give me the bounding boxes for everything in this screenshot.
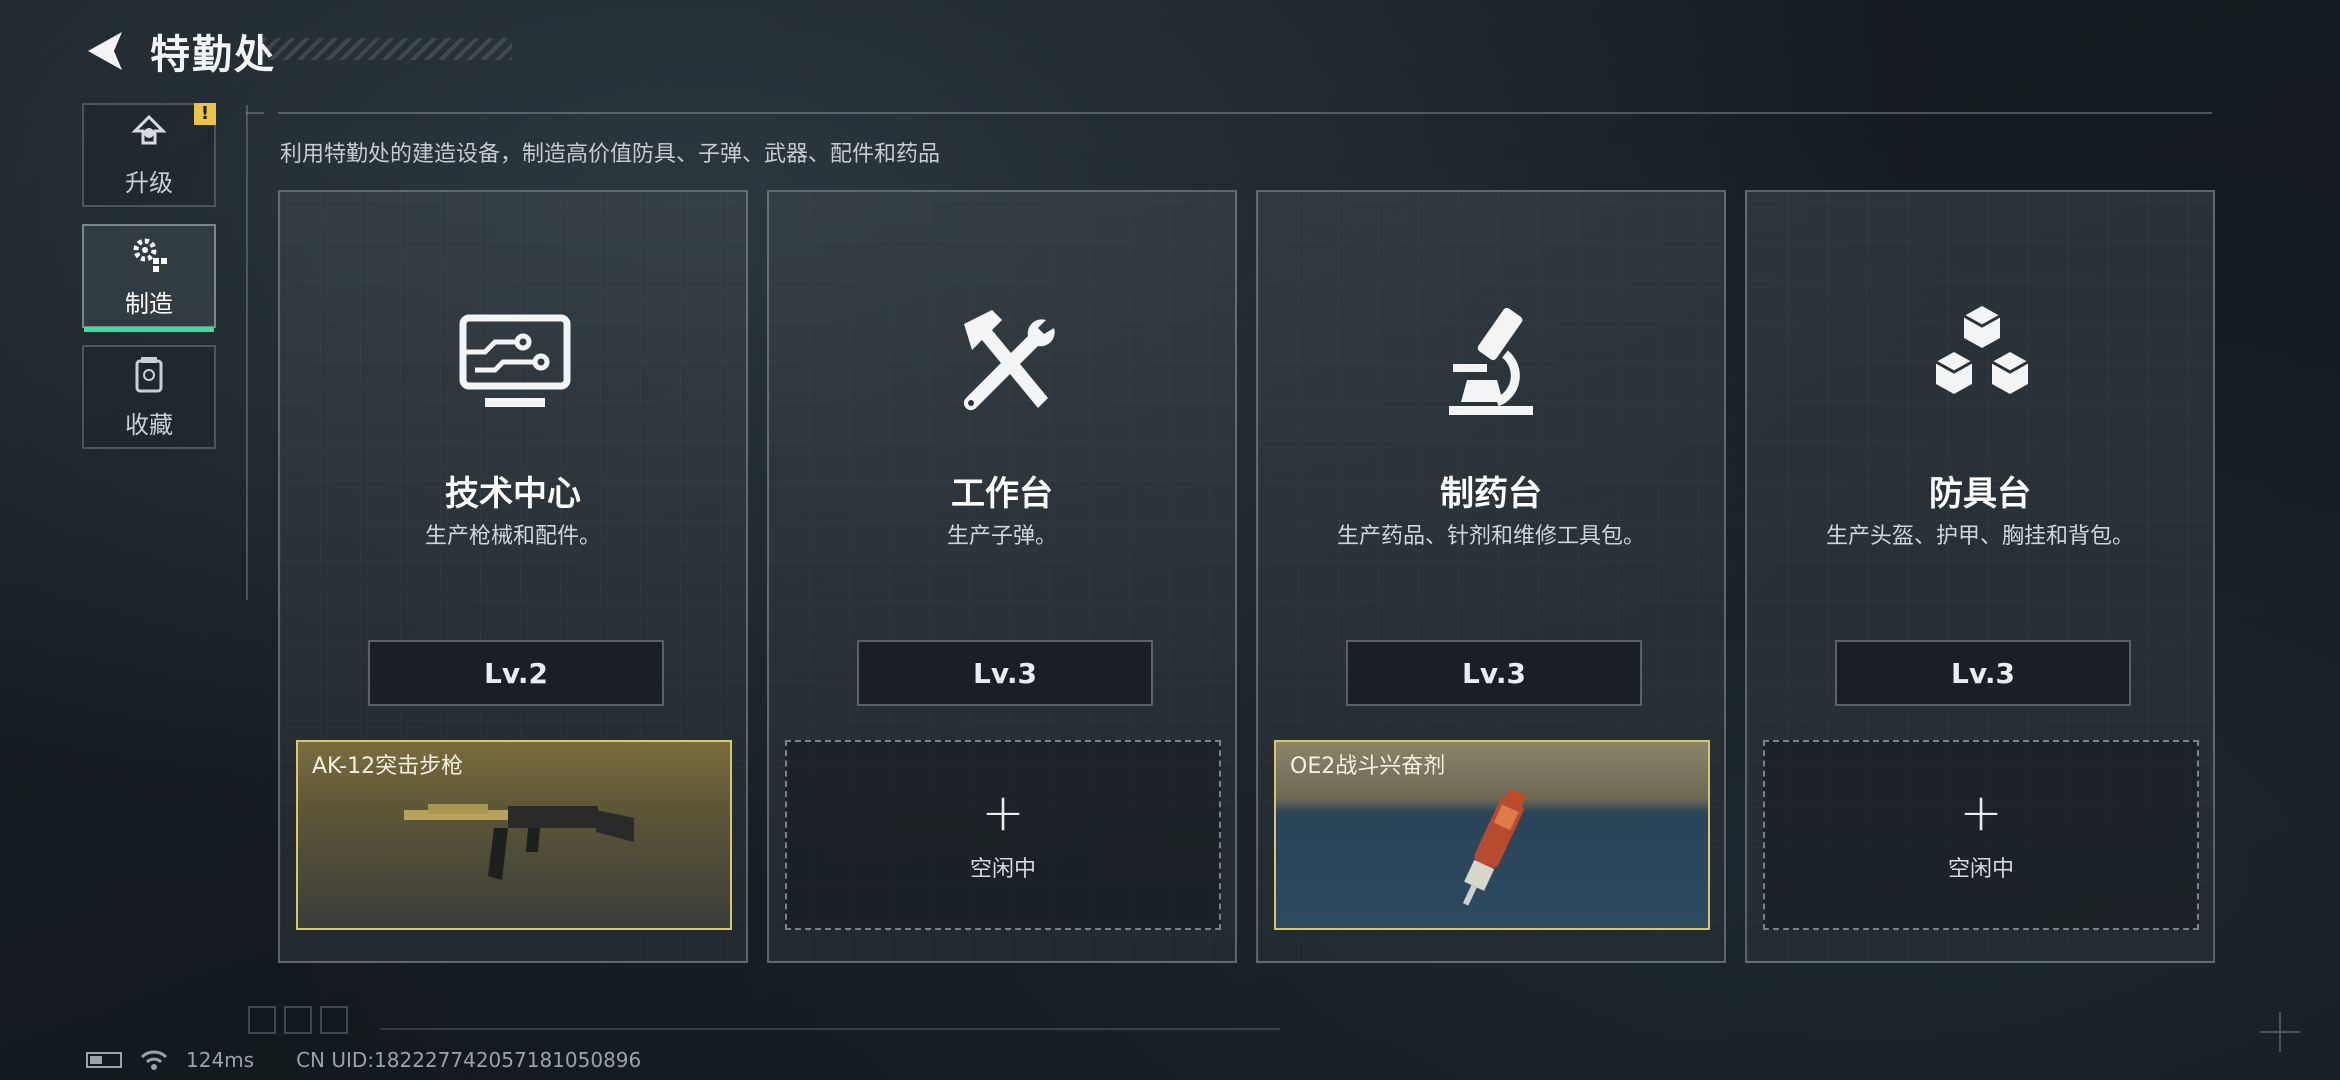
station-card-tech-center[interactable]: 技术中心 生产枪械和配件。 Lv.2 AK-12突击步枪 xyxy=(278,190,748,963)
divider-tick xyxy=(246,112,264,114)
slot-status: 空闲中 xyxy=(1947,857,2014,882)
rifle-icon xyxy=(404,804,634,880)
station-card-armor[interactable]: 防具台 生产头盔、护甲、胸挂和背包。 Lv.3 + 空闲中 xyxy=(1745,190,2215,963)
crosshair-decoration xyxy=(2260,1012,2300,1052)
title-decoration xyxy=(262,38,512,60)
battery-icon xyxy=(86,1052,122,1068)
station-desc: 生产头盔、护甲、胸挂和背包。 xyxy=(1825,524,2134,549)
slot-item-name: AK-12突击步枪 xyxy=(312,754,464,779)
station-card-workbench[interactable]: 工作台 生产子弹。 Lv.3 + 空闲中 xyxy=(767,190,1237,963)
station-title: 技术中心 xyxy=(445,474,581,514)
sidebar-item-label: 制造 xyxy=(125,289,173,318)
sidebar-item-label: 收藏 xyxy=(125,410,173,439)
station-title: 防具台 xyxy=(1929,474,2031,514)
station-desc: 生产药品、针剂和维修工具包。 xyxy=(1336,524,1645,549)
slot-item-name: OE2战斗兴奋剂 xyxy=(1290,754,1446,779)
sidebar-item-upgrade[interactable]: ! 升级 xyxy=(82,103,216,207)
station-title: 制药台 xyxy=(1440,474,1542,514)
station-level: Lv.3 xyxy=(1346,640,1642,706)
sidebar-item-label: 升级 xyxy=(125,168,173,197)
station-level: Lv.3 xyxy=(857,640,1153,706)
craft-gears-icon xyxy=(133,238,167,272)
station-card-pharmacy[interactable]: 制药台 生产药品、针剂和维修工具包。 Lv.3 OE2战斗兴奋剂 xyxy=(1256,190,1726,963)
station-title: 工作台 xyxy=(951,474,1053,514)
syringe-icon xyxy=(1462,788,1527,906)
active-indicator xyxy=(84,327,214,332)
production-slot[interactable]: + 空闲中 xyxy=(785,740,1221,930)
ping-text: 124ms xyxy=(186,1048,255,1072)
production-slot[interactable]: OE2战斗兴奋剂 xyxy=(1274,740,1710,930)
add-icon: + xyxy=(1959,783,2003,843)
status-bar: 124ms CN UID:18222774205718105​0896 xyxy=(86,1048,641,1072)
production-slot[interactable]: AK-12突击步枪 xyxy=(296,740,732,930)
microscope-icon xyxy=(1449,307,1533,415)
page-description: 利用特勤处的建造设备，制造高价值防具、子弹、武器、配件和药品 xyxy=(280,142,941,167)
collection-icon xyxy=(135,356,163,392)
boxes-icon xyxy=(1935,306,2029,394)
top-rule xyxy=(278,112,2212,114)
station-level: Lv.3 xyxy=(1835,640,2131,706)
station-desc: 生产枪械和配件。 xyxy=(424,524,601,549)
sidebar-item-collection[interactable]: 收藏 xyxy=(82,345,216,449)
wifi-icon xyxy=(140,1050,168,1070)
station-level: Lv.2 xyxy=(368,640,664,706)
upgrade-icon xyxy=(131,114,167,144)
back-icon[interactable] xyxy=(82,28,128,74)
monitor-circuit-icon xyxy=(459,314,571,407)
sidebar-divider xyxy=(246,105,248,600)
production-slot[interactable]: + 空闲中 xyxy=(1763,740,2199,930)
add-icon: + xyxy=(981,783,1025,843)
station-desc: 生产子弹。 xyxy=(946,524,1057,549)
footer-decoration xyxy=(248,1006,348,1034)
alert-badge: ! xyxy=(194,103,216,125)
uid-text: CN UID:18222774205718105​0896 xyxy=(296,1048,642,1072)
footer-rule xyxy=(380,1028,1280,1030)
slot-status: 空闲中 xyxy=(969,857,1036,882)
hammer-wrench-icon xyxy=(963,310,1055,411)
page-title: 特勤处 xyxy=(150,32,276,78)
sidebar-item-craft[interactable]: 制造 xyxy=(82,224,216,332)
